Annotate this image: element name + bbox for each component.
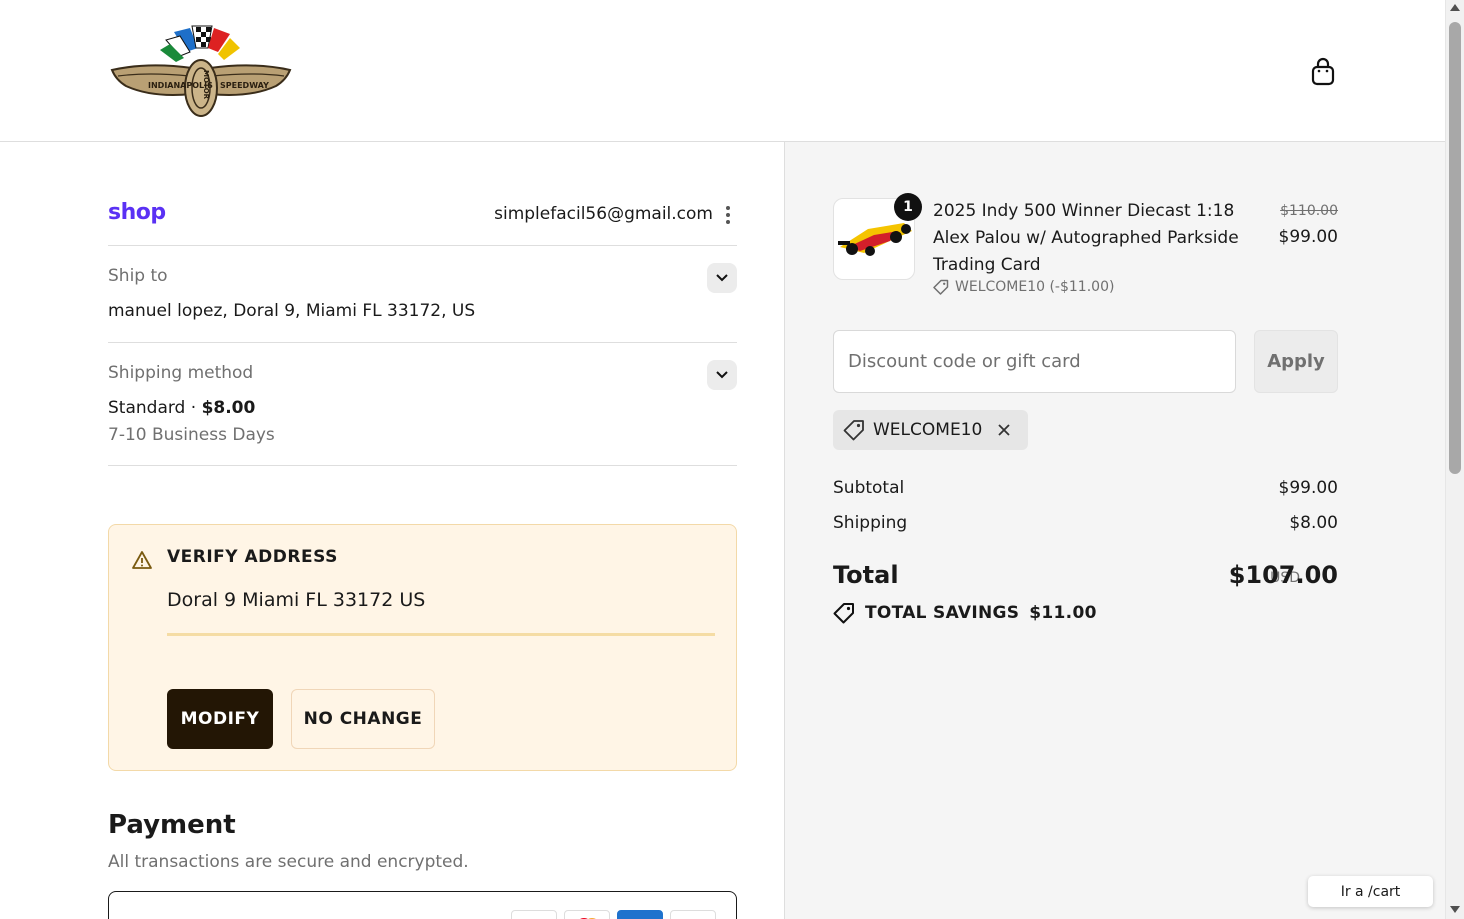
page-scrollbar[interactable] (1445, 0, 1464, 919)
chevron-down-icon (716, 371, 728, 379)
kebab-dot-icon (726, 206, 730, 210)
payment-title: Payment (108, 810, 236, 840)
shipping-method-price: $8.00 (201, 398, 256, 418)
scrollbar-thumb[interactable] (1449, 22, 1461, 474)
shipping-method-expand-button[interactable] (707, 360, 737, 390)
subtotal-row: Subtotal $99.00 (833, 478, 1338, 498)
total-label: Total (833, 561, 899, 589)
shipping-value: $8.00 (1289, 513, 1338, 533)
total-savings-label: TOTAL SAVINGS (865, 603, 1020, 623)
applied-discount-code: WELCOME10 (873, 420, 983, 440)
shipping-method-separator: · (190, 398, 197, 418)
logo-text-right: SPEEDWAY (220, 81, 269, 90)
no-change-button[interactable]: NO CHANGE (291, 689, 435, 749)
order-summary: 1 2025 Indy 500 Winner Diecast 1:18 Alex… (785, 142, 1445, 919)
shopping-bag-icon (1311, 57, 1335, 86)
chevron-down-icon (716, 274, 728, 282)
product-price-original: $110.00 (1280, 203, 1338, 219)
ship-to-section: Ship to manuel lopez, Doral 9, Miami FL … (108, 246, 737, 343)
total-value: $107.00 (1228, 561, 1338, 589)
verify-address-title: VERIFY ADDRESS (167, 547, 338, 567)
site-header: INDIANAPOLIS SPEEDWAY MOTOR (0, 0, 1445, 142)
product-price-current: $99.00 (1278, 227, 1338, 247)
shipping-method-label: Shipping method (108, 363, 254, 383)
shipping-label: Shipping (833, 513, 908, 533)
scroll-down-arrow-icon[interactable] (1450, 906, 1460, 913)
modify-address-button[interactable]: MODIFY (167, 689, 273, 749)
product-discount: WELCOME10 (-$11.00) (933, 279, 1114, 295)
apply-discount-button[interactable]: Apply (1254, 330, 1338, 393)
payment-subtitle: All transactions are secure and encrypte… (108, 852, 469, 872)
warning-icon (132, 551, 152, 569)
account-email: simplefacil56@gmail.com (494, 204, 713, 224)
ship-to-label: Ship to (108, 266, 168, 286)
total-savings: TOTAL SAVINGS $11.00 (833, 602, 1097, 624)
visa-icon (511, 910, 557, 919)
tag-icon (933, 279, 949, 295)
checkout-main: shop simplefacil56@gmail.com Ship to man… (0, 142, 785, 919)
quantity-badge: 1 (894, 193, 922, 221)
verify-divider (167, 633, 715, 636)
discount-code-input[interactable] (833, 330, 1236, 393)
verify-address-panel: VERIFY ADDRESS Doral 9 Miami FL 33172 US… (108, 524, 737, 771)
scroll-up-arrow-icon[interactable] (1450, 4, 1460, 11)
shipping-method-section: Shipping method Standard · $8.00 7-10 Bu… (108, 343, 737, 466)
product-discount-label: WELCOME10 (-$11.00) (955, 279, 1115, 295)
tag-icon (843, 420, 864, 441)
account-menu-button[interactable] (721, 204, 735, 226)
kebab-dot-icon (726, 213, 730, 217)
logo-text-center: MOTOR (202, 70, 210, 100)
product-title: 2025 Indy 500 Winner Diecast 1:18 Alex P… (933, 201, 1239, 275)
indianapolis-motor-speedway-logo[interactable]: INDIANAPOLIS SPEEDWAY MOTOR (108, 22, 294, 118)
ship-to-expand-button[interactable] (707, 263, 737, 293)
verify-address-value: Doral 9 Miami FL 33172 US (167, 589, 426, 611)
account-row: shop simplefacil56@gmail.com (108, 198, 737, 246)
tag-icon (833, 603, 854, 624)
mastercard-icon (564, 910, 610, 919)
subtotal-label: Subtotal (833, 478, 905, 498)
shipping-row: Shipping $8.00 (833, 513, 1338, 533)
shipping-method-name: Standard (108, 398, 186, 418)
payment-method-box[interactable] (108, 891, 737, 919)
more-cards-icon (670, 910, 716, 919)
shipping-method-value: Standard · $8.00 (108, 398, 255, 418)
card-logos (511, 910, 716, 919)
total-savings-value: $11.00 (1029, 603, 1097, 623)
ship-to-value: manuel lopez, Doral 9, Miami FL 33172, U… (108, 301, 476, 321)
close-icon (998, 424, 1010, 436)
applied-discount-chip: WELCOME10 (833, 410, 1029, 450)
goto-cart-button[interactable]: Ir a /cart (1308, 876, 1433, 907)
shop-pay-logo: shop (108, 200, 166, 225)
cart-button[interactable] (1306, 54, 1340, 90)
subtotal-value: $99.00 (1278, 478, 1338, 498)
amex-icon (617, 910, 663, 919)
shipping-method-eta: 7-10 Business Days (108, 425, 275, 445)
remove-discount-button[interactable] (994, 420, 1014, 440)
kebab-dot-icon (726, 220, 730, 224)
